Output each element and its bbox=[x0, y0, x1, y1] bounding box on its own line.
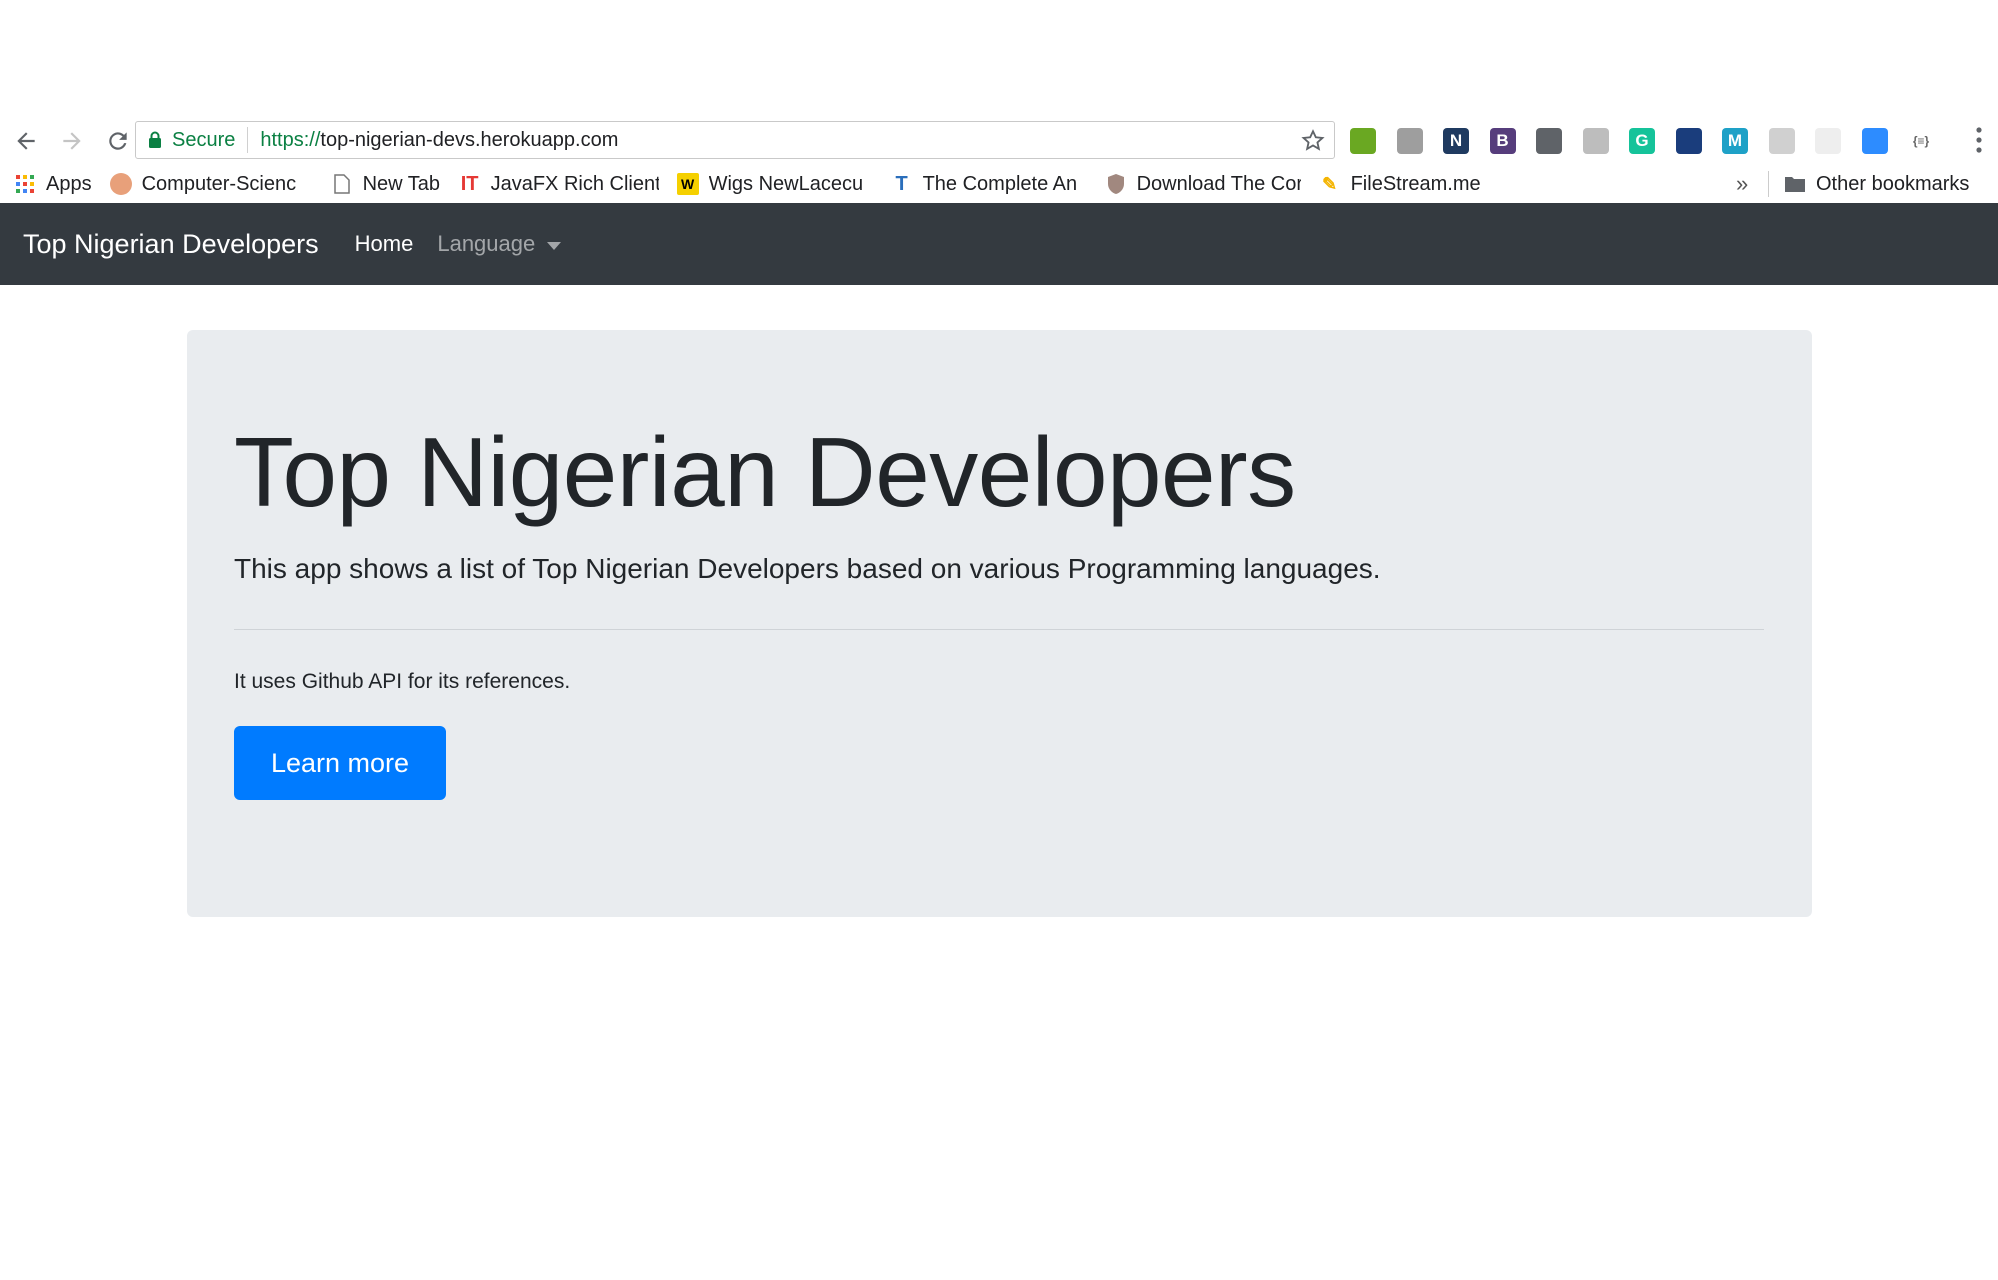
b-extension-icon[interactable]: B bbox=[1489, 128, 1516, 154]
nav-home-link[interactable]: Home bbox=[355, 231, 414, 257]
bookmark-label: Computer-Scienc bbox=[141, 172, 297, 195]
bookmark-item[interactable]: Download The Cor bbox=[1105, 173, 1301, 196]
bookmarks-divider bbox=[1768, 171, 1769, 197]
more-bookmarks-button[interactable]: » bbox=[1736, 171, 1748, 197]
reload-button[interactable] bbox=[98, 121, 138, 161]
back-button[interactable] bbox=[6, 121, 46, 161]
lock-icon bbox=[148, 131, 162, 149]
address-divider bbox=[247, 127, 249, 153]
blank-extension-icon[interactable] bbox=[1815, 128, 1841, 154]
page-title: Top Nigerian Developers bbox=[234, 417, 1296, 527]
chat-extension-icon[interactable] bbox=[1768, 128, 1795, 154]
bookmark-item[interactable]: ✎ FileStream.me bbox=[1319, 173, 1481, 196]
navbar-brand[interactable]: Top Nigerian Developers bbox=[23, 229, 319, 260]
address-bar[interactable]: Secure https:// top-nigerian-devs.heroku… bbox=[135, 121, 1335, 159]
filestream-icon: ✎ bbox=[1322, 173, 1338, 194]
gray-extension-icon[interactable] bbox=[1396, 128, 1423, 154]
bookmark-apps[interactable]: Apps bbox=[14, 173, 92, 196]
bookmark-item[interactable]: T The Complete An bbox=[891, 173, 1087, 196]
nav-language-dropdown[interactable]: Language bbox=[437, 231, 562, 257]
bookmark-item[interactable]: W Wigs NewLacecu bbox=[676, 172, 873, 196]
chart-extension-icon[interactable] bbox=[1675, 128, 1702, 154]
bookmark-label: JavaFX Rich Client bbox=[490, 172, 659, 195]
json-extension-icon[interactable]: {≡} bbox=[1908, 128, 1934, 154]
bulb-extension-icon[interactable] bbox=[1536, 128, 1562, 154]
bookmark-label: Wigs NewLacecu bbox=[708, 172, 864, 195]
t-icon: T bbox=[895, 172, 908, 195]
shield-icon bbox=[1105, 173, 1127, 195]
bookmark-item[interactable]: IT JavaFX Rich Client bbox=[459, 173, 659, 196]
bookmark-star-icon[interactable] bbox=[1300, 128, 1326, 154]
jumbotron: Top Nigerian Developers This app shows a… bbox=[187, 330, 1812, 917]
bookmark-label: Download The Cor bbox=[1136, 172, 1301, 195]
n-extension-icon[interactable]: N bbox=[1443, 128, 1469, 154]
extension-icons: N B G M {≡} bbox=[1350, 121, 1955, 161]
lead-text: This app shows a list of Top Nigerian De… bbox=[234, 553, 1381, 584]
back-arrow-icon bbox=[17, 132, 35, 150]
wigs-icon: W bbox=[676, 173, 699, 195]
reload-icon bbox=[109, 132, 127, 150]
site-navbar: Top Nigerian Developers Home Language bbox=[0, 203, 1998, 285]
it-icon: IT bbox=[460, 172, 479, 195]
bookmark-label: Other bookmarks bbox=[1816, 172, 1970, 195]
bookmark-label: Apps bbox=[46, 172, 92, 195]
m-extension-icon[interactable]: M bbox=[1722, 128, 1748, 154]
other-bookmarks[interactable]: Other bookmarks bbox=[1784, 165, 1969, 203]
chrome-menu-icon[interactable] bbox=[1974, 125, 1984, 155]
download-arrow-icon[interactable] bbox=[1350, 128, 1376, 154]
bookmark-label: FileStream.me bbox=[1350, 172, 1481, 195]
globe-extension-icon[interactable] bbox=[1582, 128, 1609, 154]
url-host: top-nigerian-devs.herokuapp.com bbox=[320, 128, 619, 151]
browser-toolbar: Secure https:// top-nigerian-devs.heroku… bbox=[0, 117, 1998, 165]
computer-science-icon bbox=[109, 173, 132, 195]
url-scheme: https:// bbox=[260, 128, 321, 151]
bookmark-item[interactable]: Computer-Scienc bbox=[109, 172, 313, 196]
secure-label: Secure bbox=[172, 128, 236, 151]
caret-down-icon bbox=[547, 241, 562, 250]
forward-button[interactable] bbox=[52, 121, 92, 161]
nav-language-label: Language bbox=[437, 231, 536, 256]
bookmark-label: The Complete An bbox=[922, 172, 1078, 195]
learn-more-button[interactable]: Learn more bbox=[234, 726, 446, 800]
bookmark-label: New Tab bbox=[362, 172, 441, 195]
description-text: It uses Github API for its references. bbox=[234, 670, 571, 693]
folder-icon bbox=[1784, 173, 1806, 195]
bookmarks-bar: Apps Computer-Scienc New Tab IT JavaFX R… bbox=[0, 165, 1998, 203]
grammarly-icon[interactable]: G bbox=[1629, 128, 1655, 154]
divider bbox=[234, 629, 1764, 630]
zoom-extension-icon[interactable] bbox=[1861, 128, 1888, 154]
forward-arrow-icon bbox=[63, 132, 81, 150]
apps-grid-icon bbox=[14, 173, 36, 195]
page-icon bbox=[331, 173, 353, 195]
bookmark-item[interactable]: New Tab bbox=[331, 173, 441, 196]
